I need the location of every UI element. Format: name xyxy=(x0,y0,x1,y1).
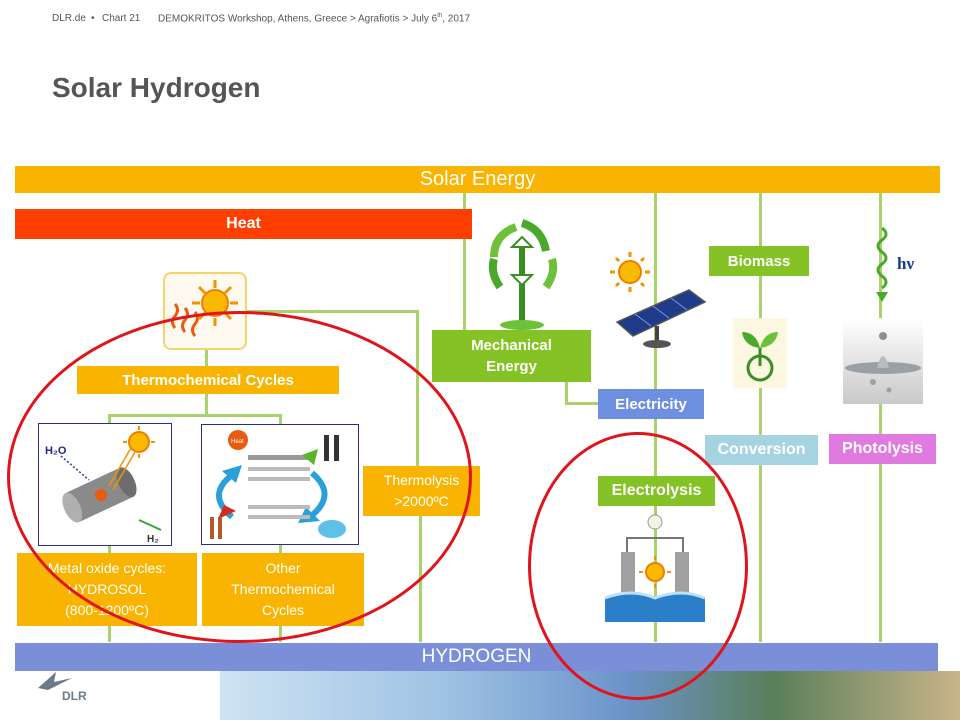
hydrogen-bar: HYDROGEN xyxy=(15,643,938,671)
header-event: DEMOKRITOS Workshop, Athens, Greece > Ag… xyxy=(158,13,470,24)
connector-line xyxy=(565,402,601,405)
header-bullet: • xyxy=(91,13,95,24)
photolysis-box: Photolysis xyxy=(829,434,936,464)
dlr-logo-text: DLR xyxy=(62,689,87,703)
header-event-text: DEMOKRITOS Workshop, Athens, Greece > Ag… xyxy=(158,13,438,25)
plant-icon xyxy=(733,318,787,388)
electricity-box: Electricity xyxy=(598,389,704,419)
solar-panel-icon xyxy=(607,250,707,350)
heat-bar: Heat xyxy=(15,209,472,239)
mechanical-line: Energy xyxy=(486,358,537,375)
highlight-ellipse-electrolysis xyxy=(528,432,748,700)
highlight-ellipse-thermochemical xyxy=(7,311,472,643)
biomass-box: Biomass xyxy=(709,246,809,276)
page-title: Solar Hydrogen xyxy=(52,72,261,103)
connector-line xyxy=(565,380,568,404)
water-splash-image xyxy=(843,318,923,404)
wind-turbine-icon xyxy=(486,217,558,330)
mechanical-energy-box: Mechanical Energy xyxy=(432,330,591,382)
solar-energy-bar: Solar Energy xyxy=(15,166,940,193)
header-chart: Chart 21 xyxy=(102,13,141,24)
conversion-box: Conversion xyxy=(705,435,818,465)
header-site[interactable]: DLR.de xyxy=(52,13,86,24)
header-year: , 2017 xyxy=(442,13,471,25)
mechanical-line: Mechanical xyxy=(471,337,552,354)
hv-label: hν xyxy=(897,254,915,273)
